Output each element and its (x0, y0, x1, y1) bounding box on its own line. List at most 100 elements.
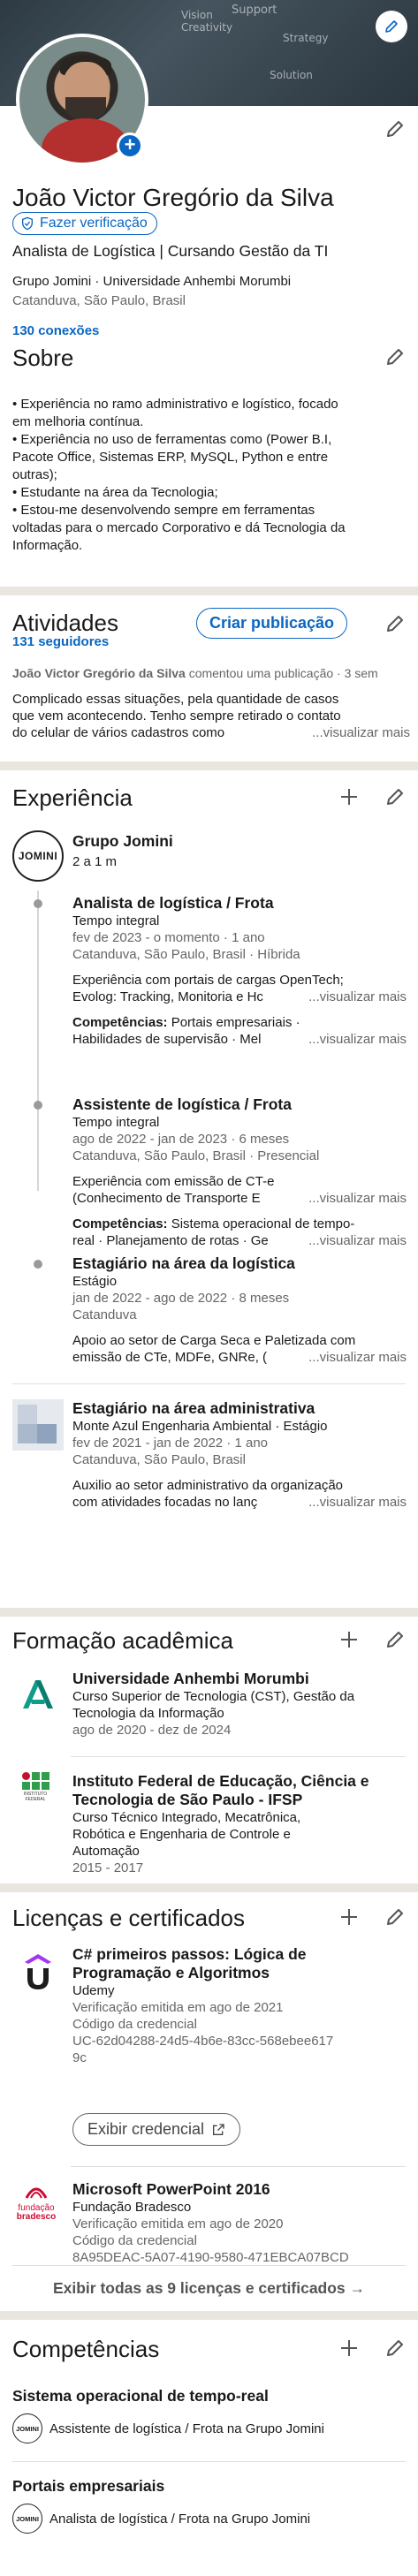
bradesco-logo[interactable]: fundação bradesco (12, 2184, 60, 2222)
divider (71, 1756, 406, 1757)
credential-id: 9c (72, 2050, 87, 2065)
role-title: Estagiário na área da logística (72, 1254, 295, 1272)
show-credential-button[interactable]: Exibir credencial (72, 2113, 241, 2146)
post-line: do celular de vários cadastros como ...vi… (12, 724, 410, 741)
see-more-link[interactable]: ...visualizar mais (308, 1349, 407, 1366)
experience-section: Experiência JOMINI Grupo Jomini 2 a 1 m … (0, 770, 418, 1608)
avatar[interactable]: + (16, 34, 148, 166)
education-dates: 2015 - 2017 (72, 1860, 144, 1875)
degree: Tecnologia da Informação (72, 1706, 224, 1721)
pencil-icon[interactable] (384, 1906, 406, 1928)
experience-role[interactable]: Assistente de logística / Frota Tempo in… (72, 1095, 407, 1249)
skills-actions (338, 2337, 406, 2359)
education-dates: ago de 2020 - dez de 2024 (72, 1723, 232, 1738)
create-post-button[interactable]: Criar publicação (196, 608, 348, 639)
divider (12, 2461, 406, 2462)
experience-role[interactable]: Estagiário na área da logística Estágio … (72, 1254, 407, 1366)
role-skills: Competências: Portais empresariais · (72, 1014, 407, 1031)
company-name[interactable]: Grupo Jomini (72, 832, 173, 851)
skill-context: Assistente de logística / Frota na Grupo… (49, 2421, 324, 2436)
edit-intro-pencil-icon[interactable] (384, 118, 406, 140)
activity-action: comentou uma publicação · 3 sem (185, 666, 378, 680)
plus-icon[interactable] (338, 786, 360, 807)
degree: Automação (72, 1844, 140, 1859)
see-more-link[interactable]: ...visualizar mais (308, 1031, 407, 1048)
skill-name[interactable]: Portais empresariais (12, 2477, 164, 2496)
add-photo-button[interactable]: + (117, 133, 143, 159)
about-line: • Estudante na área da Tecnologia; (12, 485, 218, 500)
company-logo-small: JOMINI (12, 2413, 42, 2443)
role-place: Catanduva, São Paulo, Brasil (72, 1452, 246, 1467)
education-item[interactable]: Universidade Anhembi Morumbi Curso Super… (72, 1670, 408, 1739)
verify-button[interactable]: Fazer verificação (12, 212, 157, 235)
skills-title: Competências (12, 2336, 160, 2362)
role-dates: ago de 2022 - jan de 2023 · 6 meses (72, 1132, 290, 1147)
plus-icon[interactable] (338, 1906, 360, 1928)
education-item[interactable]: Instituto Federal de Educação, Ciência e… (72, 1772, 408, 1876)
role-skills: Competências: Sistema operacional de tem… (72, 1216, 407, 1232)
activity-author: João Victor Gregório da Silva (12, 666, 186, 680)
education-title: Formação acadêmica (12, 1627, 233, 1654)
role-desc: com atividades focadas no lanç ...visuali… (72, 1494, 407, 1511)
banner-doodle: Strategy (283, 32, 329, 44)
role-dates: fev de 2023 - o momento · 1 ano (72, 930, 265, 945)
experience-role[interactable]: Estagiário na área administrativa Monte … (72, 1399, 407, 1511)
see-more-link[interactable]: ...visualizar mais (308, 1494, 407, 1511)
pencil-icon[interactable] (384, 1629, 406, 1650)
about-line: Informação. (12, 538, 83, 553)
role-place: Catanduva (72, 1307, 137, 1322)
logo-text: INSTITUTO FEDERAL (23, 1792, 48, 1802)
credential-id: UC-62d04288-24d5-4b6e-83cc-568ebee617 (72, 2034, 334, 2049)
license-title: Microsoft PowerPoint 2016 (72, 2180, 270, 2198)
activity-post-text[interactable]: Complicado essas situações, pela quantid… (12, 691, 410, 741)
verify-label: Fazer verificação (40, 216, 148, 231)
about-line: outras); (12, 467, 57, 482)
udemy-logo[interactable] (23, 1952, 53, 1991)
section-separator (0, 2311, 418, 2320)
role-desc: Apoio ao setor de Carga Seca e Paletizad… (72, 1333, 356, 1348)
experience-role[interactable]: Analista de logística / Frota Tempo inte… (72, 894, 407, 1048)
see-more-link[interactable]: ...visualizar mais (312, 724, 410, 741)
skill-name[interactable]: Sistema operacional de tempo-real (12, 2387, 269, 2406)
license-title: C# primeiros passos: Lógica de (72, 1945, 307, 1963)
pencil-icon[interactable] (384, 786, 406, 807)
see-more-link[interactable]: ...visualizar mais (308, 1232, 407, 1249)
edit-activity-pencil-icon[interactable] (384, 613, 406, 634)
experience-actions (338, 786, 406, 807)
license-item[interactable]: C# primeiros passos: Lógica de Programaç… (72, 1945, 408, 2066)
avatar-beard (65, 97, 106, 120)
degree: Curso Técnico Integrado, Mecatrônica, (72, 1810, 301, 1825)
experience-title: Experiência (12, 784, 133, 811)
profile-intro: Vision Creativity Support Strategy Solut… (0, 0, 418, 371)
profile-name: João Victor Gregório da Silva (12, 184, 334, 211)
followers-count[interactable]: 131 seguidores (12, 634, 109, 649)
license-issuer: Fundação Bradesco (72, 2200, 192, 2215)
pencil-icon (385, 20, 398, 33)
edit-banner-button[interactable] (376, 11, 407, 42)
role-title: Analista de logística / Frota (72, 894, 274, 912)
see-more-link[interactable]: ...visualizar mais (308, 989, 407, 1005)
divider (12, 2265, 406, 2266)
logo-square (42, 1772, 49, 1780)
degree: Curso Superior de Tecnologia (CST), Gest… (72, 1689, 355, 1704)
ifsp-logo[interactable]: INSTITUTO FEDERAL (16, 1772, 55, 1813)
company-duration: 2 a 1 m (72, 854, 118, 869)
plus-icon: + (124, 133, 136, 155)
plus-icon[interactable] (338, 1629, 360, 1650)
logo-dot (22, 1772, 30, 1780)
connections-link[interactable]: 130 conexões (12, 323, 99, 338)
section-separator (0, 587, 418, 595)
school-name: Universidade Anhembi Morumbi (72, 1670, 309, 1687)
see-more-link[interactable]: ...visualizar mais (308, 1190, 407, 1207)
anhembi-logo[interactable] (19, 1675, 57, 1712)
plus-icon[interactable] (338, 2337, 360, 2359)
license-item[interactable]: Microsoft PowerPoint 2016 Fundação Brade… (72, 2180, 408, 2266)
activity-meta: João Victor Gregório da Silva comentou u… (12, 666, 378, 680)
pencil-icon[interactable] (384, 2337, 406, 2359)
company-logo[interactable]: JOMINI (12, 830, 64, 882)
profile-company-school[interactable]: Grupo Jomini · Universidade Anhembi Moru… (12, 274, 291, 289)
company-logo[interactable] (12, 1399, 64, 1451)
skills-text: Portais empresariais · (167, 1015, 300, 1030)
role-skills: Habilidades de supervisão · Mel ...visual… (72, 1031, 407, 1048)
show-all-licenses-link[interactable]: Exibir todas as 9 licenças e certificado… (0, 2279, 418, 2298)
